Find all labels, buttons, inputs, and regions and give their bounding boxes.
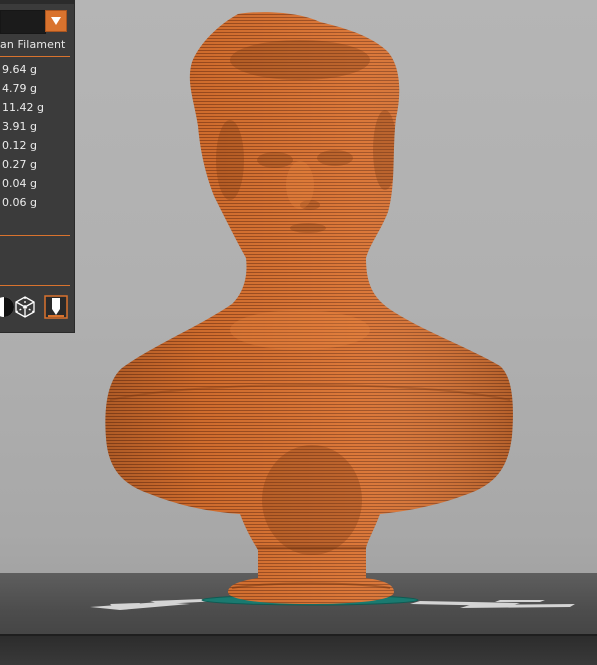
filament-weight-value: 3.91 g: [2, 120, 37, 133]
filament-weight-value: 4.79 g: [2, 82, 37, 95]
wireframe-view-button[interactable]: [13, 295, 37, 319]
3d-viewport[interactable]: an Filament 9.64 g 4.79 g 11.42 g 3.91 g…: [0, 0, 597, 665]
panel-top-strip: [0, 0, 74, 4]
dropdown-button[interactable]: [45, 10, 67, 32]
print-info-panel: an Filament 9.64 g 4.79 g 11.42 g 3.91 g…: [0, 0, 75, 333]
cube-wireframe-icon: [15, 296, 35, 318]
filament-weight-value: 0.27 g: [2, 158, 37, 171]
sliced-bust-model[interactable]: [0, 0, 597, 610]
filament-weight-value: 0.12 g: [2, 139, 37, 152]
filament-weight-value: 11.42 g: [2, 101, 44, 114]
section-divider: [0, 285, 70, 286]
filament-weight-value: 0.04 g: [2, 177, 37, 190]
filament-weight-value: 9.64 g: [2, 63, 37, 76]
filament-weight-value: 0.06 g: [2, 196, 37, 209]
section-divider: [0, 235, 70, 236]
triangle-down-icon: [51, 17, 61, 25]
filament-column-header: an Filament: [0, 38, 66, 51]
filament-select[interactable]: [0, 10, 46, 34]
filament-weight-list: 9.64 g 4.79 g 11.42 g 3.91 g 0.12 g 0.27…: [2, 60, 44, 212]
nozzle-icon: [44, 295, 68, 319]
layer-view-button[interactable]: [44, 295, 68, 319]
header-divider: [0, 56, 70, 57]
